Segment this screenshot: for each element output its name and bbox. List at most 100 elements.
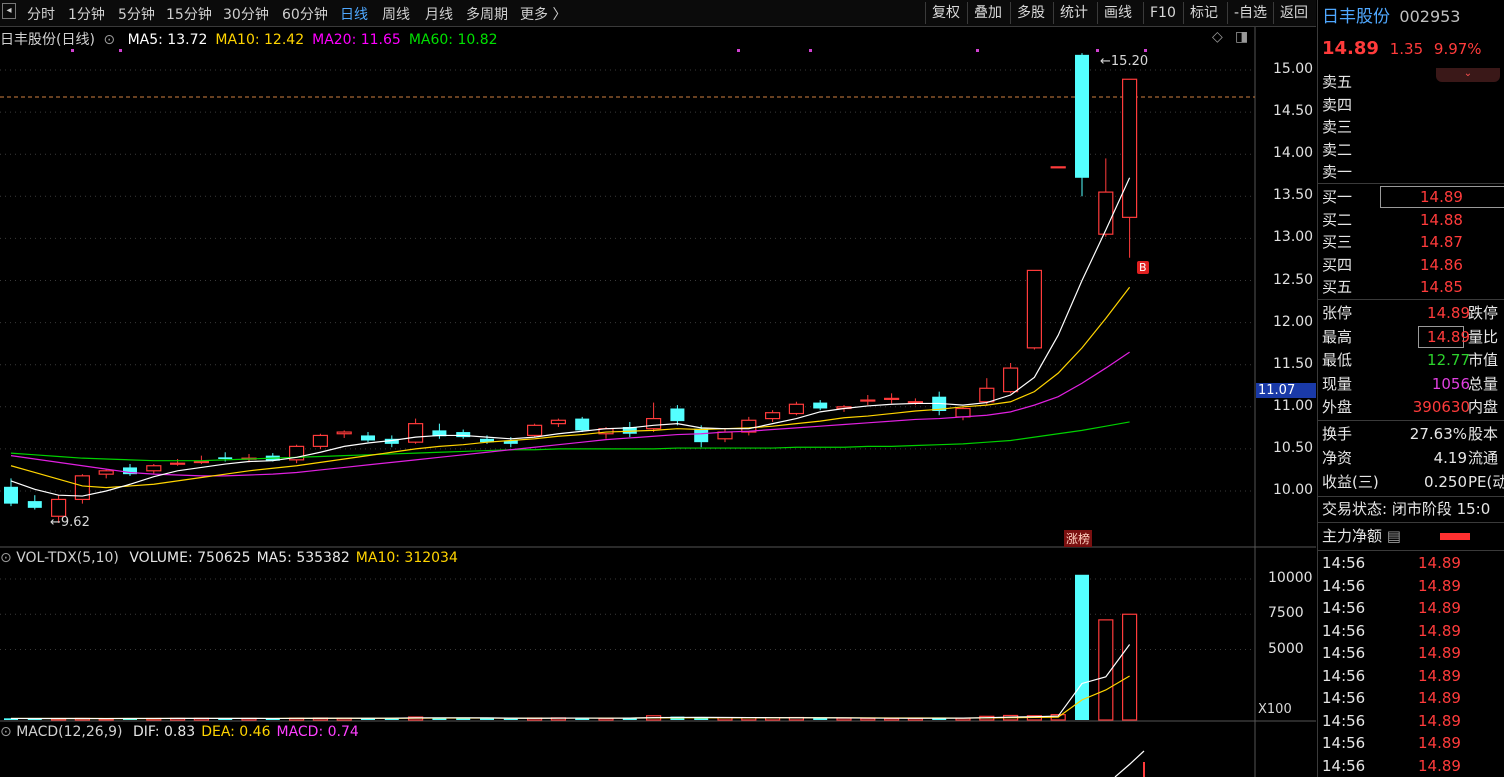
- ask-row[interactable]: 卖一: [1322, 161, 1352, 183]
- price-tick: 11.50: [1273, 355, 1314, 372]
- volume-title: VOL-TDX(5,10): [16, 550, 119, 566]
- tick-time: 14:56: [1322, 689, 1366, 707]
- tick-price: 14.89: [1418, 711, 1461, 730]
- bid-row[interactable]: 买一 14.89: [1322, 186, 1502, 208]
- stat-label: 现量: [1322, 374, 1353, 393]
- period-tab[interactable]: 分时: [27, 4, 55, 24]
- stat-tail-label: 流通: [1468, 449, 1499, 467]
- toolbar-button[interactable]: 叠加: [967, 2, 1008, 24]
- toolbar-collapse-button[interactable]: ◂: [2, 3, 16, 19]
- toolbar-button[interactable]: 标记: [1183, 2, 1224, 24]
- candle-body-up: [1121, 78, 1138, 218]
- price-tick: 10.00: [1273, 482, 1314, 498]
- stat-value: 12.77: [1427, 351, 1470, 369]
- price-change: 1.35: [1389, 40, 1424, 58]
- macd-label: DIF: 0.83: [132, 724, 196, 740]
- tick-price: 14.89: [1418, 666, 1461, 685]
- ask-row[interactable]: 卖四: [1322, 94, 1352, 116]
- net-flow-label: 主力净额: [1322, 527, 1383, 545]
- bid-row[interactable]: 买二 14.88: [1322, 209, 1502, 231]
- toolbar-button[interactable]: 统计: [1053, 2, 1094, 24]
- bid-row[interactable]: 买三 14.87: [1322, 231, 1502, 253]
- diamond-icon[interactable]: ◇: [1212, 29, 1223, 45]
- stat-tail-label: 市值: [1468, 351, 1499, 369]
- price-tick: 11.00: [1273, 397, 1314, 414]
- toolbar-button[interactable]: F10: [1143, 2, 1182, 24]
- toolbar-button[interactable]: 画线: [1097, 2, 1138, 24]
- candle-body-up: [312, 434, 328, 447]
- candlestick-chart[interactable]: [0, 27, 1316, 777]
- toolbar-button[interactable]: -自选: [1227, 2, 1273, 24]
- buy-signal-badge[interactable]: B: [1137, 261, 1149, 274]
- toolbar-button[interactable]: 多股: [1010, 2, 1051, 24]
- bid-price: 14.85: [1420, 278, 1463, 296]
- tick-price: 14.89: [1418, 554, 1461, 572]
- candle-body-up: [98, 470, 114, 475]
- stat-label: 张停: [1322, 304, 1353, 322]
- volume-bar-down: [480, 718, 494, 720]
- candle-body-down: [218, 457, 233, 460]
- candle-body-up: [860, 399, 876, 402]
- bid-price: 14.89: [1420, 188, 1463, 206]
- tick-price: 14.89: [1418, 599, 1461, 617]
- event-marker: [119, 49, 122, 52]
- price-tick: 13.00: [1273, 229, 1314, 246]
- period-tab[interactable]: 更多 〉: [520, 4, 566, 24]
- toolbar-button[interactable]: 复权: [925, 2, 966, 24]
- limit-up-badge[interactable]: 涨榜: [1064, 530, 1093, 547]
- stock-name[interactable]: 日丰股份: [1322, 7, 1390, 27]
- period-tab[interactable]: 1分钟: [68, 4, 105, 24]
- last-price: 14.89: [1322, 38, 1379, 59]
- tick-time: 14:56: [1322, 711, 1366, 730]
- event-marker: [1096, 49, 1099, 52]
- ask-row[interactable]: 卖二: [1322, 139, 1352, 161]
- candle-body-up: [1002, 367, 1019, 393]
- stat-value: 390630: [1412, 398, 1470, 416]
- stat-row: 最高 14.89 量比: [1322, 326, 1504, 348]
- ma-label: MA5: 13.72: [127, 32, 208, 48]
- bid-row[interactable]: 买四 14.86: [1322, 254, 1502, 276]
- period-tab[interactable]: 周线: [382, 4, 410, 24]
- toolbar-button[interactable]: 返回: [1273, 2, 1314, 24]
- collapse-handle[interactable]: ⌄: [1436, 68, 1500, 82]
- bid-row[interactable]: 买五 14.85: [1322, 276, 1502, 298]
- ma-legend: MA5: 13.72 MA10: 12.42 MA20: 11.65 MA60: 10…: [120, 32, 498, 48]
- period-toolbar: ◂ 分时 1分钟 5分钟 15分钟 30分钟 60分钟 日线 周线 月线 多周期 更多 〉 复权 叠加…: [0, 0, 1316, 27]
- period-tab[interactable]: 月线: [425, 4, 453, 24]
- divider: [1318, 299, 1504, 300]
- volume-ma10-line: [10, 675, 1130, 720]
- main-chart-header: 日丰股份(日线) ⊙ MA5: 13.72 MA10: 12.42 MA20: 11…: [0, 29, 498, 49]
- stat-value: 1056: [1431, 374, 1470, 393]
- ask-row[interactable]: 卖三: [1322, 116, 1352, 138]
- tick-row: 14:56 14.89: [1322, 665, 1502, 687]
- tick-time: 14:56: [1322, 576, 1366, 595]
- ma10-line: [10, 286, 1131, 489]
- list-icon[interactable]: ▤: [1387, 527, 1401, 545]
- period-tab[interactable]: 5分钟: [118, 4, 155, 24]
- tick-row: 14:56 14.89: [1322, 597, 1502, 619]
- price-tick: 14.00: [1273, 145, 1314, 162]
- volume-label: MA10: 312034: [355, 550, 458, 566]
- net-flow-row[interactable]: 主力净额 ▤: [1322, 525, 1470, 547]
- macd-settings-icon[interactable]: ⊙: [0, 724, 12, 740]
- low-price-value: 9.62: [60, 515, 90, 530]
- divider: [1318, 522, 1504, 523]
- candle-body-down: [4, 486, 18, 504]
- ma60-line: [10, 421, 1130, 462]
- window-toggle-icon[interactable]: ◨: [1235, 29, 1248, 45]
- stat-row: 张停 14.89 跌停: [1322, 302, 1504, 324]
- period-tab[interactable]: 日线: [340, 4, 368, 24]
- volume-tick: 10000: [1268, 570, 1313, 586]
- macd-label: DEA: 0.46: [201, 724, 271, 740]
- net-flow-bar: [1439, 533, 1470, 540]
- period-tab[interactable]: 60分钟: [282, 4, 328, 24]
- tick-row: 14:56 14.89: [1322, 552, 1502, 574]
- volume-settings-icon[interactable]: ⊙: [0, 550, 12, 566]
- period-tab[interactable]: 多周期: [466, 4, 508, 24]
- period-tab[interactable]: 15分钟: [166, 4, 212, 24]
- ask-row[interactable]: 卖五: [1322, 71, 1352, 93]
- stat-label: 换手: [1322, 425, 1353, 443]
- settings-icon[interactable]: ⊙: [103, 32, 115, 48]
- period-tab[interactable]: 30分钟: [223, 4, 269, 24]
- candle-body-up: [193, 460, 209, 464]
